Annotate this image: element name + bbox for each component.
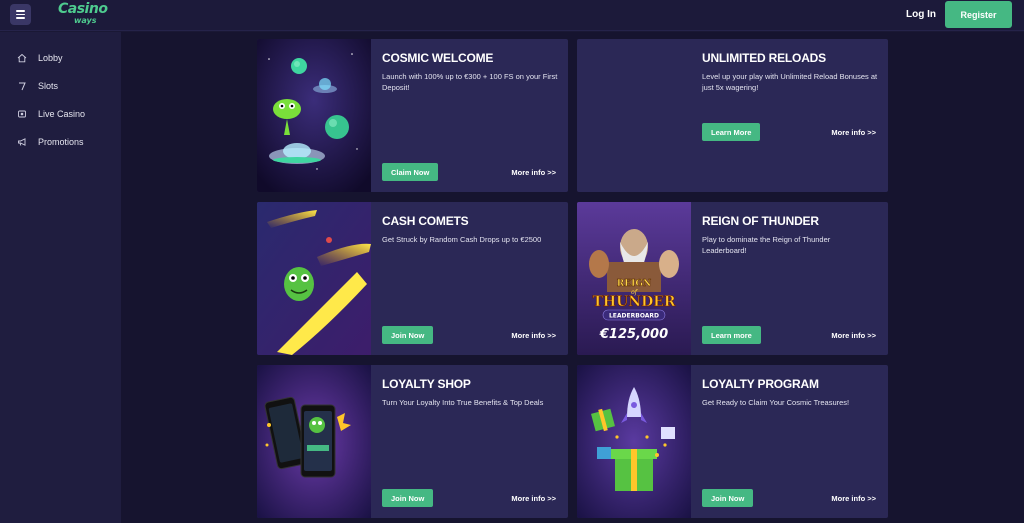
promo-description: Play to dominate the Reign of Thunder Le… (702, 235, 831, 255)
promotions-grid: COSMIC WELCOME Launch with 100% up to €3… (121, 32, 1024, 523)
promo-title: COSMIC WELCOME (382, 51, 494, 65)
casino-ways-logo[interactable]: Casino ways (58, 1, 112, 29)
promo-card-cash-comets: CASH COMETS Get Struck by Random Cash Dr… (257, 202, 568, 355)
thunder-text: THUNDER (592, 294, 675, 310)
promo-title: LOYALTY PROGRAM (702, 377, 819, 391)
sidebar: Lobby Slots Live Casino Promotions (0, 32, 121, 523)
prize-amount-text: €125,000 (599, 327, 668, 342)
promo-description: Level up your play with Unlimited Reload… (702, 72, 878, 92)
leaderboard-text: LEADERBOARD (609, 313, 659, 320)
join-now-button[interactable]: Join Now (382, 326, 434, 344)
live-casino-icon (18, 110, 26, 118)
top-header: Casino ways Log In Register (0, 0, 1024, 31)
logo-text-main: Casino (58, 1, 108, 17)
promo-description: Launch with 100% up to €300 + 100 FS on … (382, 72, 558, 92)
sidebar-item-label: Promotions (38, 137, 84, 147)
promo-card-unlimited-reloads: UNLIMITED RELOADS Level up your play wit… (577, 39, 888, 192)
sidebar-item-live-casino[interactable]: Live Casino (0, 104, 121, 124)
megaphone-icon (18, 138, 26, 146)
sidebar-item-label: Live Casino (38, 109, 86, 119)
more-info-link[interactable]: More info >> (831, 331, 876, 340)
register-button[interactable]: Register (945, 1, 1012, 28)
aliens-ufo-planets-image (257, 39, 371, 192)
more-info-link[interactable]: More info >> (831, 128, 876, 137)
learn-more-button[interactable]: Learn more (702, 326, 761, 344)
join-now-button[interactable]: Join Now (382, 489, 434, 507)
reign-of-thunder-leaderboard-image: REIGN of THUNDER LEADERBOARD €125,000 (577, 202, 691, 355)
sidebar-item-slots[interactable]: Slots (0, 76, 121, 96)
alien-riding-comet-image (257, 202, 371, 355)
promo-card-cosmic-welcome: COSMIC WELCOME Launch with 100% up to €3… (257, 39, 568, 192)
more-info-link[interactable]: More info >> (511, 494, 556, 503)
promo-title: REIGN OF THUNDER (702, 214, 819, 228)
promo-description: Turn Your Loyalty Into True Benefits & T… (382, 398, 544, 407)
promo-description: Get Ready to Claim Your Cosmic Treasures… (702, 398, 850, 407)
sidebar-item-lobby[interactable]: Lobby (0, 48, 121, 68)
join-now-button[interactable]: Join Now (702, 489, 754, 507)
promo-card-loyalty-shop: LOYALTY SHOP Turn Your Loyalty Into True… (257, 365, 568, 518)
promo-title: LOYALTY SHOP (382, 377, 471, 391)
promo-card-loyalty-program: LOYALTY PROGRAM Get Ready to Claim Your … (577, 365, 888, 518)
login-link[interactable]: Log In (906, 9, 936, 20)
more-info-link[interactable]: More info >> (511, 168, 556, 177)
sidebar-item-label: Slots (38, 81, 59, 91)
learn-more-button[interactable]: Learn More (702, 123, 761, 141)
promo-card-reign-of-thunder: REIGN of THUNDER LEADERBOARD €125,000 RE… (577, 202, 888, 355)
more-info-link[interactable]: More info >> (511, 331, 556, 340)
menu-icon-line (16, 10, 25, 12)
reign-text: REIGN (617, 279, 651, 289)
slot-machine-icon (19, 82, 26, 91)
hamburger-menu-button[interactable] (10, 4, 31, 25)
sidebar-item-promotions[interactable]: Promotions (0, 132, 121, 152)
claim-now-button[interactable]: Claim Now (382, 163, 439, 181)
sidebar-item-label: Lobby (38, 53, 63, 63)
rocket-gift-boxes-image (577, 365, 691, 518)
logo-text-sub: ways (74, 16, 97, 25)
more-info-link[interactable]: More info >> (831, 494, 876, 503)
phones-with-alien-image (257, 365, 371, 518)
promo-title: CASH COMETS (382, 214, 469, 228)
promo-description: Get Struck by Random Cash Drops up to €2… (382, 235, 542, 244)
promo-title: UNLIMITED RELOADS (702, 51, 826, 65)
home-icon (17, 53, 27, 63)
menu-icon-line (16, 13, 25, 16)
menu-icon-line (16, 17, 25, 19)
